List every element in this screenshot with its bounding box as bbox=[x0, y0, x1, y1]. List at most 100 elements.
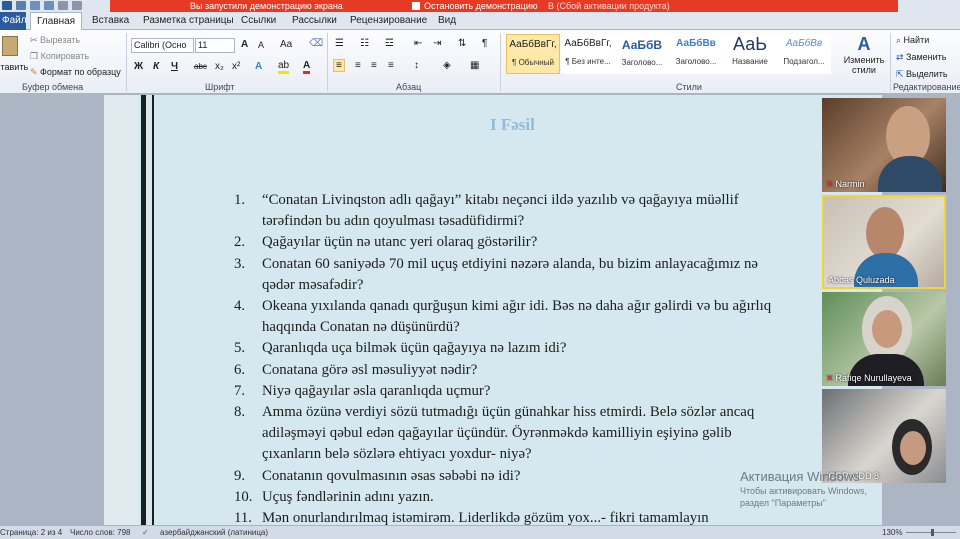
tab-file[interactable]: Файл bbox=[0, 12, 27, 30]
word-icon[interactable] bbox=[2, 1, 12, 10]
font-size-select[interactable]: 11 bbox=[195, 38, 235, 53]
paste-button[interactable]: Вставить bbox=[0, 34, 28, 78]
tab-insert[interactable]: Вставка bbox=[92, 15, 129, 26]
bullets-icon[interactable]: ☰ bbox=[335, 38, 344, 49]
cut-button[interactable]: ✂ Вырезать bbox=[30, 35, 80, 46]
tab-view[interactable]: Вид bbox=[438, 15, 456, 26]
list-item: 2. Qağayılar üçün nə utanc yeri olaraq gö… bbox=[234, 232, 794, 253]
style-label: Заголово... bbox=[675, 57, 717, 66]
tab-page-layout[interactable]: Разметка страницы bbox=[143, 15, 234, 26]
participant-tile[interactable]: ✕ Rafiqe Nurullayeva bbox=[822, 292, 946, 386]
editing-group-label: Редактирование bbox=[893, 82, 960, 92]
page-count[interactable]: Страница: 2 из 4 bbox=[0, 528, 62, 537]
find-button[interactable]: ⌕ Найти bbox=[896, 35, 929, 46]
subscript-button[interactable]: x₂ bbox=[215, 61, 224, 72]
borders-icon[interactable]: ▦ bbox=[470, 60, 479, 71]
paragraph-group-label: Абзац bbox=[396, 82, 422, 92]
zoom-level[interactable]: 130% bbox=[882, 528, 902, 537]
list-item: 1. “Conatan Livinqston adlı qağayı” kitab… bbox=[234, 190, 794, 232]
style-label: Название bbox=[732, 57, 768, 66]
save-icon[interactable] bbox=[16, 1, 26, 10]
list-item: 6. Conatana görə əsl məsuliyyət nədir? bbox=[234, 360, 794, 381]
style-sample: АаЬ bbox=[732, 34, 768, 54]
justify-icon[interactable]: ≡ bbox=[388, 60, 394, 71]
style-label: ¶ Без инте... bbox=[565, 57, 611, 66]
item-text: Conatanın qovulmasının əsas səbəbi nə id… bbox=[262, 467, 521, 484]
line-spacing-icon[interactable]: ↕ bbox=[414, 60, 419, 71]
style-normal[interactable]: АаБбВвГг, ¶ Обычный bbox=[506, 34, 560, 74]
language-indicator[interactable]: азербайджанский (латиница) bbox=[160, 528, 268, 537]
format-painter-button[interactable]: ✎ Формат по образцу bbox=[30, 67, 121, 78]
change-case-button[interactable]: Aa bbox=[280, 39, 292, 50]
ribbon-tabs: Файл Главная Вставка Разметка страницы С… bbox=[0, 12, 960, 31]
activation-watermark: Активация Windows Чтобы активировать Win… bbox=[740, 469, 867, 508]
sort-icon[interactable]: ⇅ bbox=[458, 38, 466, 49]
decrease-indent-icon[interactable]: ⇤ bbox=[414, 38, 422, 49]
replace-button[interactable]: ⇄ Заменить bbox=[896, 52, 947, 63]
multilevel-list-icon[interactable]: ☲ bbox=[385, 38, 394, 49]
style-label: Заголово... bbox=[621, 58, 663, 67]
separator bbox=[327, 33, 328, 91]
brush-icon: ✎ bbox=[30, 67, 41, 77]
stop-share-button[interactable]: Остановить демонстрацию bbox=[412, 0, 538, 12]
grow-font-button[interactable]: A bbox=[241, 39, 248, 50]
copy-button[interactable]: ❐ Копировать bbox=[30, 51, 89, 62]
select-button[interactable]: ⇱ Выделить bbox=[896, 69, 948, 80]
tab-review[interactable]: Рецензирование bbox=[350, 15, 427, 26]
item-number: 2. bbox=[234, 234, 246, 251]
print-icon[interactable] bbox=[58, 1, 68, 10]
zoom-slider-thumb[interactable] bbox=[931, 529, 934, 536]
item-text: Uçuş fəndlərinin adını yazın. bbox=[262, 488, 434, 505]
align-center-icon[interactable]: ≡ bbox=[355, 60, 361, 71]
separator bbox=[126, 33, 127, 91]
redo-icon[interactable] bbox=[44, 1, 54, 10]
item-number: 3. bbox=[234, 255, 246, 272]
font-group-label: Шрифт bbox=[205, 82, 235, 92]
align-left-icon[interactable]: ≡ bbox=[333, 59, 345, 72]
separator bbox=[890, 33, 891, 91]
tab-references[interactable]: Ссылки bbox=[241, 15, 276, 26]
align-right-icon[interactable]: ≡ bbox=[371, 60, 377, 71]
tab-home[interactable]: Главная bbox=[30, 12, 83, 31]
preview-icon[interactable] bbox=[72, 1, 82, 10]
item-text: Okeana yıxılanda qanadı qurğuşun kimi ağ… bbox=[262, 298, 772, 336]
undo-icon[interactable] bbox=[30, 1, 40, 10]
italic-button[interactable]: К bbox=[153, 61, 159, 72]
watermark-title: Активация Windows bbox=[740, 469, 860, 484]
participant-tile[interactable]: Abbas Quluzada bbox=[822, 195, 946, 289]
bold-button[interactable]: Ж bbox=[134, 61, 143, 72]
numbering-icon[interactable]: ☷ bbox=[360, 38, 369, 49]
style-title[interactable]: АаЬ Название bbox=[723, 34, 777, 74]
tab-mailings[interactable]: Рассылки bbox=[292, 15, 337, 26]
highlight-icon[interactable]: ab bbox=[278, 60, 290, 74]
pilcrow-icon[interactable]: ¶ bbox=[482, 38, 487, 49]
superscript-button[interactable]: x² bbox=[232, 61, 240, 72]
item-text: “Conatan Livinqston adlı qağayı” kitabı … bbox=[262, 192, 739, 230]
word-count[interactable]: Число слов: 798 bbox=[70, 528, 130, 537]
style-sample: АаБбВв bbox=[676, 38, 716, 49]
style-heading-1[interactable]: АаБбВ Заголово... bbox=[615, 34, 669, 74]
participant-video bbox=[900, 431, 926, 465]
style-subtitle[interactable]: АаБбВв Подзагол... bbox=[777, 34, 831, 74]
style-label: Подзагол... bbox=[783, 57, 825, 66]
style-no-spacing[interactable]: АаБбВвГг, ¶ Без инте... bbox=[561, 34, 615, 74]
scissors-icon: ✂ bbox=[30, 35, 41, 45]
increase-indent-icon[interactable]: ⇥ bbox=[433, 38, 441, 49]
shading-icon[interactable]: ◈ bbox=[443, 60, 451, 71]
change-styles-icon: A bbox=[857, 34, 871, 54]
style-heading-2[interactable]: АаБбВв Заголово... bbox=[669, 34, 723, 74]
font-color-icon[interactable]: A bbox=[303, 60, 311, 74]
change-styles-button[interactable]: A Изменить стили bbox=[840, 34, 888, 82]
participant-tile[interactable]: ✕ Narmin bbox=[822, 98, 946, 192]
activation-hint: В (Сбой активации продукта) bbox=[548, 1, 670, 11]
font-name-select[interactable]: Calibri (Осно bbox=[131, 38, 194, 53]
proofing-icon[interactable]: ✓ bbox=[142, 528, 149, 537]
page-border bbox=[141, 95, 146, 525]
clear-format-icon[interactable]: ⌫ bbox=[309, 38, 323, 49]
text-effects-icon[interactable]: A bbox=[255, 61, 262, 72]
underline-button[interactable]: Ч bbox=[171, 61, 178, 72]
document-page[interactable]: I Fəsil 1. “Conatan Livinqston adlı qağay… bbox=[104, 95, 882, 526]
shrink-font-button[interactable]: A bbox=[258, 40, 264, 50]
strikethrough-button[interactable]: abc bbox=[194, 62, 207, 71]
stop-share-label: Остановить демонстрацию bbox=[424, 1, 538, 11]
